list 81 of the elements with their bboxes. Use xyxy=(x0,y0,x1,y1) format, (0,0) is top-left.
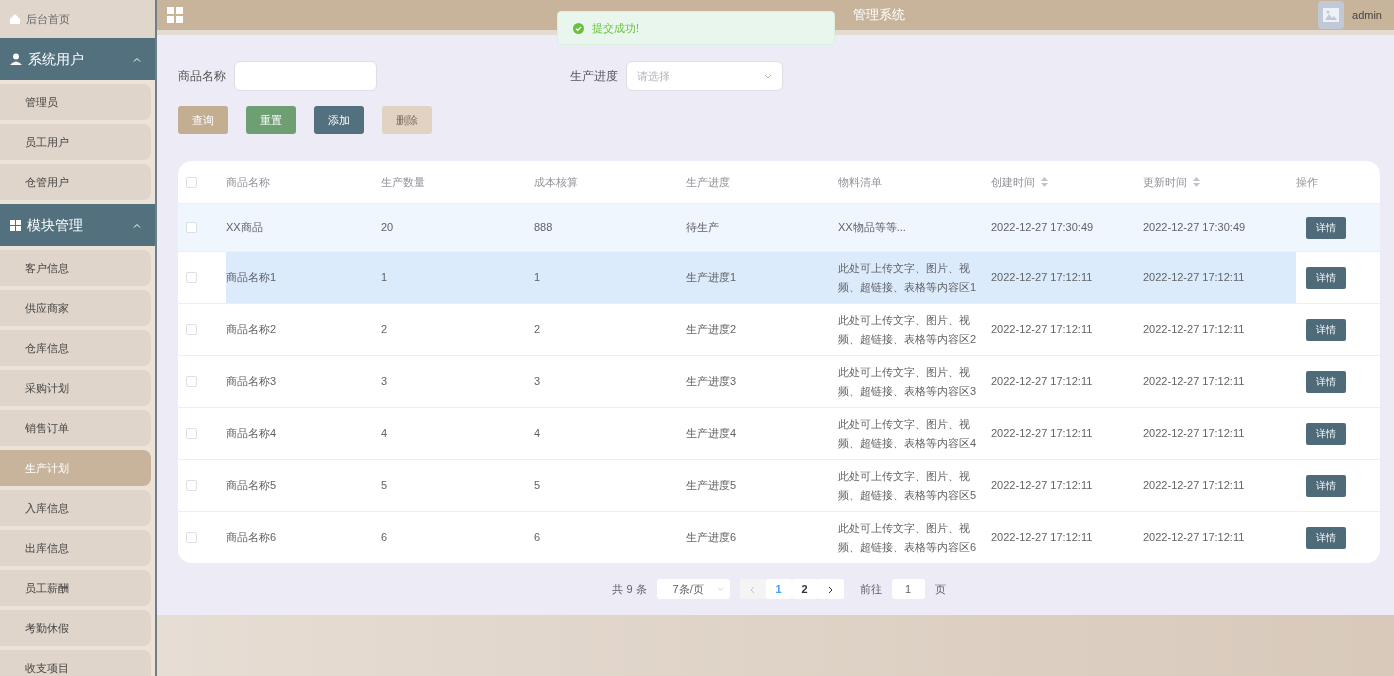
column-header: 生产数量 xyxy=(381,174,425,190)
row-checkbox[interactable] xyxy=(186,324,197,335)
grid-icon xyxy=(10,219,21,231)
column-header: 物料清单 xyxy=(838,174,882,190)
menu-item[interactable]: 采购计划 xyxy=(0,370,151,406)
column-header: 成本核算 xyxy=(534,174,578,190)
detail-button[interactable]: 详情 xyxy=(1306,318,1346,341)
page-input[interactable]: 1 xyxy=(891,579,925,599)
menu-item[interactable]: 供应商家 xyxy=(0,290,151,326)
table-cell: 2022-12-27 17:30:49 xyxy=(1143,203,1296,251)
add-button[interactable]: 添加 xyxy=(314,106,364,134)
row-checkbox[interactable] xyxy=(186,532,197,543)
chevron-down-icon xyxy=(764,73,772,79)
row-checkbox[interactable] xyxy=(186,376,197,387)
menu-item[interactable]: 仓管用户 xyxy=(0,164,151,200)
reset-button[interactable]: 重置 xyxy=(246,106,296,134)
chevron-right-icon xyxy=(828,585,834,594)
page-button[interactable]: 2 xyxy=(791,579,818,599)
next-page-button[interactable] xyxy=(817,579,844,599)
home-icon xyxy=(10,14,20,24)
menu-item[interactable]: 员工薪酬 xyxy=(0,570,151,606)
menu-item[interactable]: 仓库信息 xyxy=(0,330,151,366)
field-label: 生产进度 xyxy=(570,68,618,85)
table-cell: 待生产 xyxy=(686,203,838,251)
toast-message: 提交成功! xyxy=(592,20,640,36)
column-header: 操作 xyxy=(1296,174,1318,190)
person-icon xyxy=(10,53,22,65)
chevron-left-icon xyxy=(750,585,756,594)
sort-icon[interactable] xyxy=(1193,177,1200,187)
menu-group-header[interactable]: 模块管理 xyxy=(0,204,155,246)
menu-group-header[interactable]: 系统用户 xyxy=(0,38,155,80)
table-cell: 20 xyxy=(381,203,534,251)
table-cell: XX物品等等... xyxy=(838,203,991,251)
sort-icon[interactable] xyxy=(1041,177,1048,187)
home-menu-item[interactable]: 后台首页 xyxy=(0,0,155,38)
menu-item[interactable]: 收支项目 xyxy=(0,650,151,676)
column-header: 商品名称 xyxy=(226,174,270,190)
table-cell: 1 xyxy=(534,251,686,303)
detail-button[interactable]: 详情 xyxy=(1306,474,1346,497)
goto-label: 前往 xyxy=(859,581,882,597)
column-header[interactable]: 更新时间 xyxy=(1143,173,1187,191)
avatar-icon[interactable] xyxy=(1318,1,1345,29)
menu-item[interactable]: 员工用户 xyxy=(0,124,151,160)
detail-button[interactable]: 详情 xyxy=(1306,526,1346,549)
total-count: 共 9 条 xyxy=(612,581,647,597)
detail-button[interactable]: 详情 xyxy=(1306,216,1346,239)
column-header[interactable]: 创建时间 xyxy=(991,173,1035,191)
detail-button[interactable]: 详情 xyxy=(1306,266,1346,289)
menu-item[interactable]: 考勤休假 xyxy=(0,610,151,646)
table-cell: 1 xyxy=(381,251,534,303)
row-checkbox[interactable] xyxy=(186,480,197,491)
field-label: 商品名称 xyxy=(178,68,226,85)
detail-button[interactable]: 详情 xyxy=(1306,370,1346,393)
menu-item[interactable]: 客户信息 xyxy=(0,250,151,286)
table-cell: 生产进度1 xyxy=(686,251,838,303)
menu-item[interactable]: 入库信息 xyxy=(0,490,151,526)
row-checkbox[interactable] xyxy=(186,272,197,283)
table-cell: 888 xyxy=(534,203,686,251)
table-cell: 2022-12-27 17:12:11 xyxy=(991,251,1143,303)
check-circle-icon xyxy=(573,22,584,34)
column-header: 生产进度 xyxy=(686,174,730,190)
menu-item[interactable]: 销售订单 xyxy=(0,410,151,446)
page-suffix: 页 xyxy=(934,581,946,597)
detail-button[interactable]: 详情 xyxy=(1306,422,1346,445)
table-cell: 此处可上传文字、图片、视频、超链接、表格等内容区1 xyxy=(838,251,991,303)
table-cell: 2022-12-27 17:30:49 xyxy=(991,203,1143,251)
menu-item[interactable]: 管理员 xyxy=(0,84,151,120)
username[interactable]: admin xyxy=(1352,6,1382,24)
table-cell: 商品名称1 xyxy=(226,251,381,303)
menu-grid-icon[interactable] xyxy=(167,7,183,23)
row-checkbox[interactable] xyxy=(186,222,197,233)
text-field[interactable] xyxy=(234,61,377,91)
page-size-select[interactable]: 7条/页 xyxy=(656,579,730,599)
chevron-down-icon xyxy=(716,587,724,591)
row-checkbox[interactable] xyxy=(186,428,197,439)
table-cell: 2022-12-27 17:12:11 xyxy=(1143,251,1296,303)
page-button[interactable]: 1 xyxy=(765,579,792,599)
select-all-checkbox[interactable] xyxy=(186,176,197,188)
system-title: 管理系统 xyxy=(853,6,905,25)
table-cell: XX商品 xyxy=(226,203,381,251)
menu-item[interactable]: 出库信息 xyxy=(0,530,151,566)
